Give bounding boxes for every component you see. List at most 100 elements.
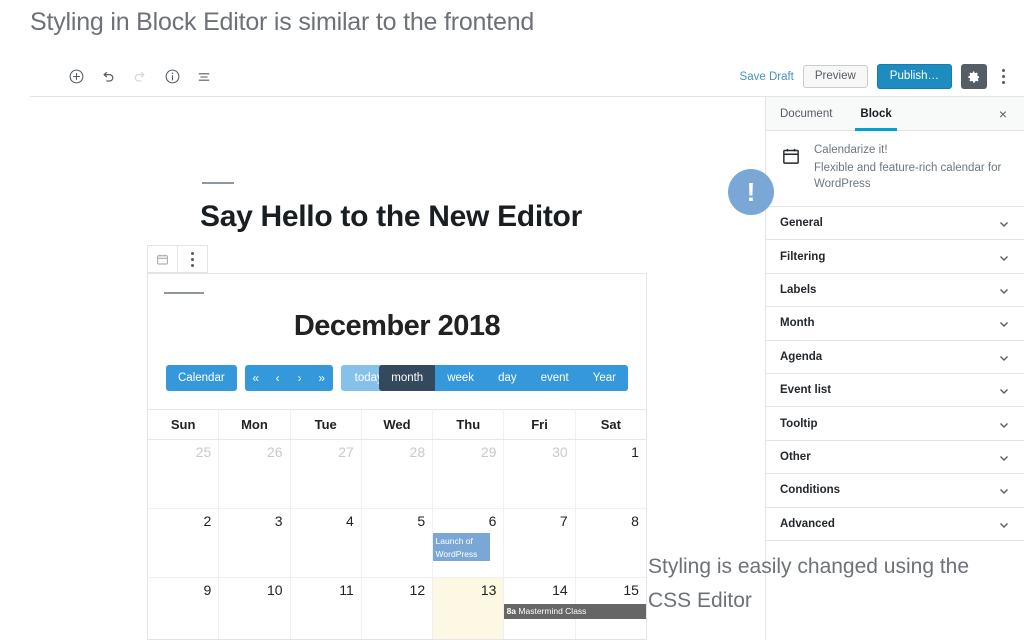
next-month-button[interactable]: ›	[289, 365, 311, 391]
calendar-toolbar: Calendar « ‹ › » today month week day ev…	[158, 365, 636, 391]
day-cell[interactable]: 3	[218, 509, 289, 577]
sidebar-panel-other[interactable]: Other	[766, 441, 1024, 475]
day-number: 7	[559, 513, 568, 529]
calendar-icon[interactable]	[148, 246, 177, 272]
prev-year-button[interactable]: «	[245, 365, 267, 391]
day-cell[interactable]: 1	[574, 440, 646, 508]
view-year-button[interactable]: Year	[580, 365, 628, 391]
calendar-event[interactable]: Launch of WordPress 5.0	[432, 533, 491, 561]
event-title: Mastermind Class	[518, 606, 587, 616]
calendar-nav-group: « ‹ › »	[244, 365, 333, 391]
sidebar-panel-event-list[interactable]: Event list	[766, 374, 1024, 408]
publish-button[interactable]: Publish…	[876, 63, 952, 90]
day-number: 8	[631, 513, 639, 529]
next-year-button[interactable]: »	[311, 365, 333, 391]
calendar-weekday-header: Sun Mon Tue Wed Thu Fri Sat	[148, 410, 646, 440]
calendar-label-button[interactable]: Calendar	[166, 365, 237, 391]
add-block-icon[interactable]	[66, 67, 86, 87]
day-cell[interactable]: 25	[148, 440, 218, 508]
day-number: 11	[339, 582, 354, 598]
day-cell[interactable]: 29	[432, 440, 503, 508]
day-number: 12	[409, 582, 426, 598]
view-month-button[interactable]: month	[379, 365, 436, 391]
day-cell[interactable]: 27	[289, 440, 361, 508]
calendar-block[interactable]: December 2018 Calendar « ‹ › » today mon…	[147, 273, 647, 640]
day-cell[interactable]: 12	[360, 578, 432, 639]
sidebar-panel-filtering[interactable]: Filtering	[766, 240, 1024, 274]
close-icon[interactable]: ×	[992, 97, 1014, 131]
block-toolbar	[147, 245, 208, 273]
editor-toolbar-right: Save Draft Preview Publish…	[740, 56, 1010, 97]
day-cell[interactable]: 2	[148, 509, 218, 577]
day-cell[interactable]: 10	[218, 578, 289, 639]
calendar-week-row: 25 26 27 28 29 30 1	[148, 440, 646, 509]
weekday-wed: Wed	[360, 410, 432, 439]
slide-note: Styling is easily changed using the CSS …	[648, 555, 970, 612]
day-number: 15	[623, 582, 639, 598]
day-number: 13	[480, 582, 497, 598]
event-time: 8a	[506, 606, 517, 616]
tab-document[interactable]: Document	[766, 97, 846, 130]
sidebar-panel-general[interactable]: General	[766, 207, 1024, 241]
block-more-menu-icon[interactable]	[178, 246, 207, 272]
day-cell[interactable]: 7	[503, 509, 574, 577]
sidebar-panel-agenda[interactable]: Agenda	[766, 341, 1024, 374]
day-number: 6	[488, 513, 497, 529]
calendar-week-row: 9 10 11 12 13 14 15 8a Mastermind Class	[148, 578, 646, 639]
panel-label: Tooltip	[780, 417, 818, 430]
chevron-down-icon	[998, 484, 1010, 496]
view-day-button[interactable]: day	[486, 365, 529, 391]
calendar-month-title: December 2018	[293, 310, 501, 342]
view-event-button[interactable]: event	[528, 365, 581, 391]
post-title[interactable]: Say Hello to the New Editor	[200, 200, 582, 234]
weekday-fri: Fri	[503, 410, 574, 439]
preview-button[interactable]: Preview	[802, 64, 868, 89]
prev-month-button[interactable]: ‹	[267, 365, 289, 391]
panel-label: Agenda	[780, 350, 823, 363]
tab-block[interactable]: Block	[846, 97, 905, 131]
panel-label: Advanced	[780, 517, 835, 530]
day-number: 28	[409, 444, 426, 460]
chevron-down-icon	[998, 217, 1010, 229]
weekday-sun: Sun	[170, 417, 196, 432]
list-view-icon[interactable]	[194, 67, 214, 87]
block-title: Calendarize it!	[814, 144, 888, 156]
save-draft-button[interactable]: Save Draft	[740, 71, 794, 83]
day-cell[interactable]: 4	[289, 509, 361, 577]
chevron-down-icon	[998, 418, 1010, 430]
calendar-grid: Sun Mon Tue Wed Thu Fri Sat 25 26 27 28 …	[148, 409, 646, 639]
sidebar-panel-conditions[interactable]: Conditions	[766, 474, 1024, 508]
panel-label: Month	[780, 317, 815, 330]
info-icon[interactable]	[162, 67, 182, 87]
panel-label: Conditions	[780, 484, 841, 497]
day-cell[interactable]: 9	[148, 578, 218, 639]
sidebar-block-info: Calendarize it! Flexible and feature-ric…	[766, 131, 1024, 207]
chevron-down-icon	[998, 384, 1010, 396]
weekday-thu: Thu	[432, 410, 503, 439]
sidebar-panel-labels[interactable]: Labels	[766, 274, 1024, 308]
event-title: Launch of WordPress 5.0	[435, 536, 478, 559]
day-number: 5	[417, 513, 426, 529]
chevron-down-icon	[998, 284, 1010, 296]
day-cell[interactable]: 26	[218, 440, 289, 508]
gear-icon[interactable]	[961, 64, 987, 89]
calendar-event[interactable]: 8a Mastermind Class	[503, 604, 646, 619]
sidebar-panel-month[interactable]: Month	[766, 307, 1024, 341]
day-cell[interactable]: 30	[503, 440, 574, 508]
chevron-down-icon	[998, 317, 1010, 329]
calendar-view-switcher: month week day event Year	[379, 365, 628, 391]
day-cell[interactable]: 5	[360, 509, 432, 577]
sidebar-panel-tooltip[interactable]: Tooltip	[766, 407, 1024, 441]
more-menu-icon[interactable]	[996, 67, 1010, 87]
panel-label: Other	[780, 450, 811, 463]
calendar-week-row: 2 3 4 5 6 7 8 Launch of WordPress 5.0	[148, 509, 646, 578]
day-cell[interactable]: 28	[360, 440, 432, 508]
undo-icon[interactable]	[98, 67, 118, 87]
day-cell[interactable]: 8	[574, 509, 646, 577]
day-cell-today[interactable]: 13	[432, 578, 504, 639]
view-week-button[interactable]: week	[435, 365, 487, 391]
panel-label: Event list	[780, 384, 832, 397]
day-cell[interactable]: 11	[289, 578, 361, 639]
weekday-mon: Mon	[218, 410, 289, 439]
sidebar-panel-advanced[interactable]: Advanced	[766, 508, 1024, 541]
